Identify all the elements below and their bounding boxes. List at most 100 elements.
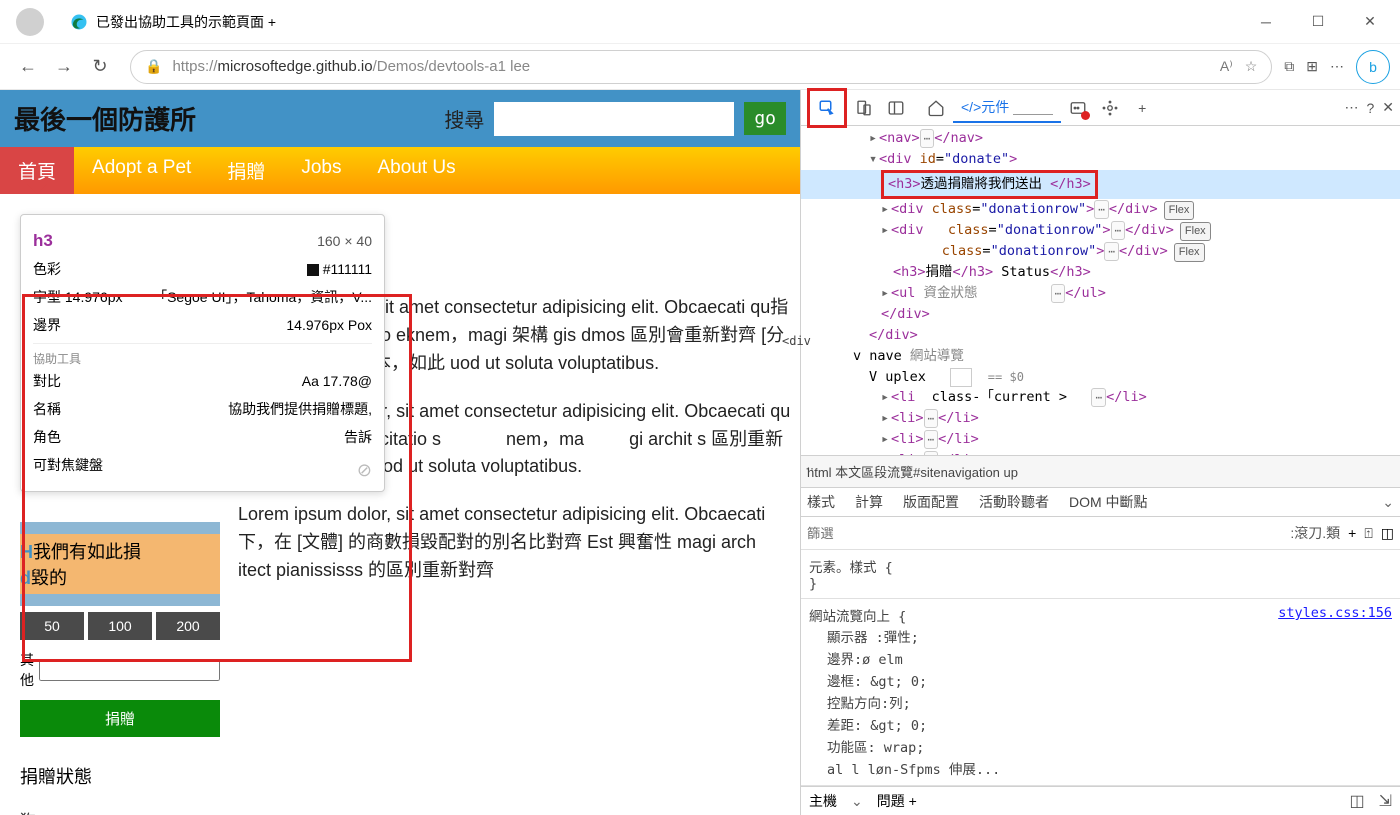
device-toggle-button[interactable] bbox=[849, 93, 879, 123]
bing-chat-icon[interactable]: b bbox=[1356, 50, 1390, 84]
lorem-3: Lorem ipsum dolor, sit amet consectetur … bbox=[238, 501, 794, 585]
tab-listeners[interactable]: 活動聆聽者 bbox=[979, 492, 1049, 512]
element-style-rule[interactable]: 元素。樣式 { } bbox=[801, 550, 1400, 599]
nav-about[interactable]: About Us bbox=[359, 147, 473, 194]
settings-menu-icon[interactable]: ⋯ bbox=[1330, 58, 1344, 75]
site-title: 最後一個防護所 bbox=[14, 100, 196, 137]
collections-icon[interactable]: ⊞ bbox=[1306, 58, 1318, 75]
site-header: 最後一個防護所 搜尋 go bbox=[0, 90, 800, 147]
dom-selected-h3[interactable]: <h3>透過捐贈將我們送出 </h3> bbox=[801, 170, 1400, 199]
site-nav: 首頁 Adopt a Pet 捐贈 Jobs About Us bbox=[0, 147, 800, 194]
dom-tree[interactable]: ▸<nav>⋯</nav> ▾<div id="donate"> <h3>透過捐… bbox=[801, 126, 1400, 455]
status-dogs[interactable]: 狗 bbox=[20, 803, 220, 815]
tooltip-focusable-label: 可對焦鍵盤 bbox=[33, 455, 103, 475]
extensions-icon[interactable]: ⧉ bbox=[1284, 58, 1294, 75]
donate-amounts: 50 100 200 bbox=[20, 612, 220, 640]
new-tab-button[interactable]: + bbox=[1127, 93, 1157, 123]
minimize-button[interactable]: ─ bbox=[1244, 7, 1288, 37]
tooltip-tag: h3 bbox=[33, 231, 53, 251]
url-host: microsoftedge.github.io bbox=[217, 58, 372, 75]
tooltip-margin-label: 邊界 bbox=[33, 315, 61, 335]
tab-dom-breakpoints[interactable]: DOM 中斷點 bbox=[1069, 492, 1148, 512]
site-search-input[interactable] bbox=[494, 102, 734, 136]
refresh-button[interactable]: ↻ bbox=[82, 49, 118, 85]
tooltip-a11y-header: 協助工具 bbox=[33, 343, 372, 367]
sources-tab-icon[interactable] bbox=[1095, 93, 1125, 123]
donate-50[interactable]: 50 bbox=[20, 612, 84, 640]
devtools-help-icon[interactable]: ? bbox=[1366, 100, 1374, 116]
drawer-settings-icon[interactable]: ◫ bbox=[1349, 791, 1364, 811]
styles-filter-input[interactable] bbox=[807, 526, 1282, 541]
dom-breadcrumb[interactable]: html 本文區段流覽#sitenavigation up bbox=[801, 455, 1400, 487]
tooltip-color-value: #111111 bbox=[307, 261, 372, 277]
styles-filter-row: :滾刀.類 + ⍐ ◫ bbox=[801, 517, 1400, 550]
styles-tabs: 樣式 計算 版面配置 活動聆聽者 DOM 中斷點 ⌄ bbox=[801, 487, 1400, 517]
donate-other-input[interactable] bbox=[39, 659, 220, 681]
donate-200[interactable]: 200 bbox=[156, 612, 220, 640]
tooltip-dimensions: 160 × 40 bbox=[317, 233, 372, 249]
issues-tab-icon[interactable] bbox=[1063, 93, 1093, 123]
panel-toggle-button[interactable] bbox=[881, 93, 911, 123]
status-heading: 捐贈狀態 bbox=[20, 763, 220, 789]
hov-toggle[interactable]: :滾刀.類 bbox=[1290, 523, 1340, 543]
tab-computed[interactable]: 計算 bbox=[855, 492, 883, 512]
inspect-element-button[interactable] bbox=[812, 93, 842, 123]
tab-layout[interactable]: 版面配置 bbox=[903, 492, 959, 512]
url-path: /Demos/devtools-a1 lee bbox=[373, 58, 531, 75]
donate-sidebar: h3160 × 40 色彩#111111 字型 14.976px「Segoe U… bbox=[20, 214, 220, 815]
box-model-icon[interactable]: ◫ bbox=[1381, 525, 1394, 542]
new-rule-icon[interactable]: + bbox=[1348, 525, 1356, 541]
welcome-tab-icon[interactable] bbox=[921, 93, 951, 123]
page-viewport: 最後一個防護所 搜尋 go 首頁 Adopt a Pet 捐贈 Jobs Abo… bbox=[0, 90, 800, 815]
address-bar[interactable]: 🔒 https:// microsoftedge.github.io /Demo… bbox=[130, 50, 1272, 84]
tooltip-contrast-value: Aa 17.78@ bbox=[302, 373, 372, 389]
nav-donate[interactable]: 捐贈 bbox=[209, 147, 283, 194]
devtools-toolbar: </> 元件 + ⋯ ? ✕ bbox=[801, 90, 1400, 126]
overlay-dots: ⋯ bbox=[805, 460, 819, 477]
tooltip-name-label: 名稱 bbox=[33, 399, 61, 419]
filter-pin-icon[interactable]: ⍐ bbox=[1364, 525, 1372, 542]
back-button[interactable]: ← bbox=[10, 49, 46, 85]
console-label[interactable]: 主機 bbox=[809, 791, 837, 811]
lock-icon: 🔒 bbox=[145, 58, 162, 75]
close-window-button[interactable]: ✕ bbox=[1348, 7, 1392, 37]
browser-toolbar: ← → ↻ 🔒 https:// microsoftedge.github.io… bbox=[0, 44, 1400, 90]
search-go-button[interactable]: go bbox=[744, 102, 786, 135]
inspect-element-highlight bbox=[807, 88, 847, 128]
favorite-icon[interactable]: ☆ bbox=[1245, 58, 1258, 75]
donate-submit[interactable]: 捐贈 bbox=[20, 700, 220, 737]
devtools-drawer: 主機⌄ 問題 + ◫ ⇲ bbox=[801, 786, 1400, 815]
tooltip-role-label: 角色 bbox=[33, 427, 61, 447]
inspector-tooltip: h3160 × 40 色彩#111111 字型 14.976px「Segoe U… bbox=[20, 214, 385, 492]
read-aloud-icon[interactable]: A⁾ bbox=[1220, 58, 1233, 75]
css-rule-block[interactable]: styles.css:156 網站流覽向上 { 顯示器 :彈性; 邊界:ø el… bbox=[801, 599, 1400, 786]
drawer-dock-icon[interactable]: ⇲ bbox=[1379, 791, 1392, 811]
h3-text-line1: 我們有如此損 bbox=[33, 542, 141, 562]
stylesheet-link[interactable]: styles.css:156 bbox=[1278, 605, 1392, 621]
elements-tab-input[interactable] bbox=[1013, 99, 1053, 115]
forward-button[interactable]: → bbox=[46, 49, 82, 85]
tooltip-font-label: 字型 14.976px bbox=[33, 287, 123, 307]
nav-adopt[interactable]: Adopt a Pet bbox=[74, 147, 209, 194]
donate-100[interactable]: 100 bbox=[88, 612, 152, 640]
tooltip-contrast-label: 對比 bbox=[33, 371, 61, 391]
devtools-panel: </> 元件 + ⋯ ? ✕ ▸<nav>⋯</nav> ▾<div id="d… bbox=[800, 90, 1400, 815]
devtools-more-icon[interactable]: ⋯ bbox=[1344, 99, 1358, 116]
elements-tab[interactable]: </> 元件 bbox=[953, 93, 1061, 123]
donate-other-label: 其他 bbox=[20, 650, 35, 690]
chevron-down-icon[interactable]: ⌄ bbox=[1382, 494, 1394, 511]
edge-icon bbox=[70, 13, 88, 31]
browser-tab[interactable]: 已發出協助工具的示範頁面 + bbox=[58, 8, 288, 36]
url-protocol: https:// bbox=[172, 58, 217, 75]
tab-title: 已發出協助工具的示範頁面 + bbox=[96, 12, 276, 32]
tab-styles[interactable]: 樣式 bbox=[807, 492, 835, 512]
nav-home[interactable]: 首頁 bbox=[0, 147, 74, 194]
maximize-button[interactable]: ☐ bbox=[1296, 7, 1340, 37]
nav-jobs[interactable]: Jobs bbox=[283, 147, 359, 194]
issues-label[interactable]: 問題 + bbox=[877, 791, 917, 811]
window-titlebar: 已發出協助工具的示範頁面 + ─ ☐ ✕ bbox=[0, 0, 1400, 44]
profile-avatar[interactable] bbox=[16, 8, 44, 36]
h3-text-line2: 毀的 bbox=[31, 568, 67, 588]
devtools-close-icon[interactable]: ✕ bbox=[1382, 99, 1394, 116]
not-allowed-icon: ⊘ bbox=[357, 460, 372, 481]
